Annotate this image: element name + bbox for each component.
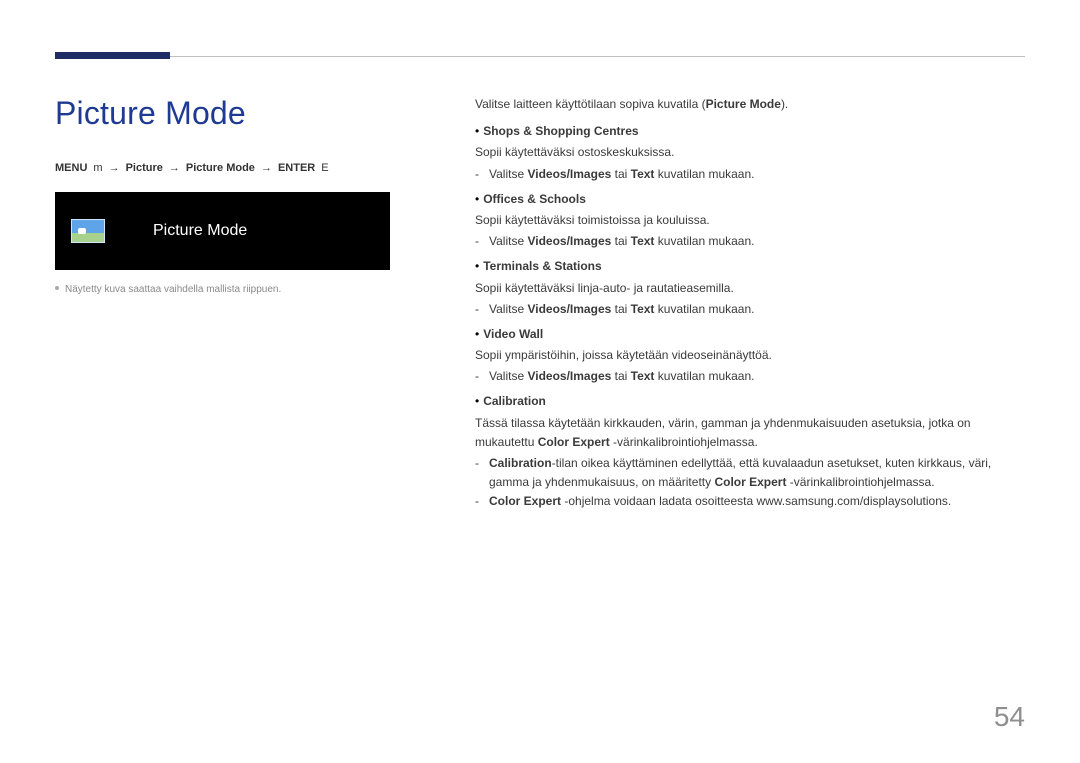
sub-a: Valitse bbox=[489, 369, 527, 383]
mode-item: • Video Wall Sopii ympäristöihin, joissa … bbox=[475, 325, 1025, 387]
path-enter: ENTER bbox=[278, 162, 315, 174]
mode-desc: Sopii ympäristöihin, joissa käytetään vi… bbox=[475, 346, 1025, 365]
bullet-icon: • bbox=[475, 327, 479, 341]
intro-b: Picture Mode bbox=[706, 97, 781, 111]
sub-d: Text bbox=[631, 369, 655, 383]
calib-sub1-a: Calibration bbox=[489, 456, 552, 470]
mode-heading: • Shops & Shopping Centres bbox=[475, 122, 1025, 141]
mode-name: Shops & Shopping Centres bbox=[483, 124, 638, 138]
arrow-icon: → bbox=[169, 162, 180, 174]
sub-a: Valitse bbox=[489, 167, 527, 181]
header-rule bbox=[55, 56, 1025, 57]
mode-name: Video Wall bbox=[483, 327, 543, 341]
sub-b: Videos/Images bbox=[527, 167, 611, 181]
bullet-icon: • bbox=[475, 259, 479, 273]
left-column: Picture Mode MENU m → Picture → Picture … bbox=[55, 95, 425, 512]
calib-sub1-d: -värinkalibrointiohjelmassa. bbox=[786, 475, 934, 489]
picture-thumb-icon bbox=[71, 219, 105, 243]
path-m: m bbox=[93, 162, 102, 174]
sub-e: kuvatilan mukaan. bbox=[654, 167, 754, 181]
mode-sub: Valitse Videos/Images tai Text kuvatilan… bbox=[475, 300, 1025, 319]
calib-sub2: Color Expert -ohjelma voidaan ladata oso… bbox=[475, 492, 1025, 511]
mode-sub: Valitse Videos/Images tai Text kuvatilan… bbox=[475, 232, 1025, 251]
arrow-icon: → bbox=[109, 162, 120, 174]
sub-c: tai bbox=[611, 234, 630, 248]
sub-b: Videos/Images bbox=[527, 369, 611, 383]
calib-desc-b: Color Expert bbox=[538, 435, 610, 449]
header-accent bbox=[55, 52, 170, 59]
preview-label: Picture Mode bbox=[153, 222, 247, 240]
sub-e: kuvatilan mukaan. bbox=[654, 302, 754, 316]
mode-sub: Valitse Videos/Images tai Text kuvatilan… bbox=[475, 367, 1025, 386]
footnote: Näytetty kuva saattaa vaihdella mallista… bbox=[55, 284, 425, 295]
intro-c: ). bbox=[781, 97, 788, 111]
path-picture-mode: Picture Mode bbox=[186, 162, 255, 174]
mode-desc: Sopii käytettäväksi ostoskeskuksissa. bbox=[475, 143, 1025, 162]
mode-heading: • Terminals & Stations bbox=[475, 257, 1025, 276]
sub-a: Valitse bbox=[489, 234, 527, 248]
mode-sub: Valitse Videos/Images tai Text kuvatilan… bbox=[475, 165, 1025, 184]
mode-item: • Terminals & Stations Sopii käytettäväks… bbox=[475, 257, 1025, 319]
sub-b: Videos/Images bbox=[527, 302, 611, 316]
mode-name: Offices & Schools bbox=[483, 192, 586, 206]
sub-a: Valitse bbox=[489, 302, 527, 316]
sub-c: tai bbox=[611, 369, 630, 383]
intro-a: Valitse laitteen käyttötilaan sopiva kuv… bbox=[475, 97, 706, 111]
mode-heading: • Offices & Schools bbox=[475, 190, 1025, 209]
calib-sub1: Calibration-tilan oikea käyttäminen edel… bbox=[475, 454, 1025, 492]
mode-name: Calibration bbox=[483, 394, 546, 408]
mode-item-calibration: • Calibration Tässä tilassa käytetään kir… bbox=[475, 392, 1025, 511]
sub-e: kuvatilan mukaan. bbox=[654, 369, 754, 383]
calib-sub2-a: Color Expert bbox=[489, 494, 561, 508]
path-e: E bbox=[321, 162, 328, 174]
page-number: 54 bbox=[994, 701, 1025, 733]
sub-d: Text bbox=[631, 234, 655, 248]
path-picture: Picture bbox=[126, 162, 163, 174]
menu-path: MENU m → Picture → Picture Mode → ENTER … bbox=[55, 162, 425, 174]
sub-c: tai bbox=[611, 302, 630, 316]
sub-e: kuvatilan mukaan. bbox=[654, 234, 754, 248]
right-column: Valitse laitteen käyttötilaan sopiva kuv… bbox=[425, 95, 1025, 512]
mode-item: • Offices & Schools Sopii käytettäväksi t… bbox=[475, 190, 1025, 252]
path-menu: MENU bbox=[55, 162, 87, 174]
bullet-icon: • bbox=[475, 394, 479, 408]
mode-desc: Sopii käytettäväksi linja-auto- ja rauta… bbox=[475, 279, 1025, 298]
bullet-icon: • bbox=[475, 124, 479, 138]
sub-c: tai bbox=[611, 167, 630, 181]
preview-box: Picture Mode bbox=[55, 192, 390, 270]
mode-desc: Tässä tilassa käytetään kirkkauden, väri… bbox=[475, 414, 1025, 452]
calib-sub2-b: -ohjelma voidaan ladata osoitteesta www.… bbox=[561, 494, 951, 508]
mode-name: Terminals & Stations bbox=[483, 259, 601, 273]
sub-d: Text bbox=[631, 302, 655, 316]
page-title: Picture Mode bbox=[55, 95, 425, 132]
mode-heading: • Calibration bbox=[475, 392, 1025, 411]
mode-item: • Shops & Shopping Centres Sopii käytettä… bbox=[475, 122, 1025, 184]
mode-desc: Sopii käytettäväksi toimistoissa ja koul… bbox=[475, 211, 1025, 230]
mode-heading: • Video Wall bbox=[475, 325, 1025, 344]
intro-text: Valitse laitteen käyttötilaan sopiva kuv… bbox=[475, 95, 1025, 114]
sub-b: Videos/Images bbox=[527, 234, 611, 248]
sub-d: Text bbox=[631, 167, 655, 181]
calib-sub1-c: Color Expert bbox=[714, 475, 786, 489]
calib-desc-c: -värinkalibrointiohjelmassa. bbox=[610, 435, 758, 449]
bullet-icon: • bbox=[475, 192, 479, 206]
arrow-icon: → bbox=[261, 162, 272, 174]
